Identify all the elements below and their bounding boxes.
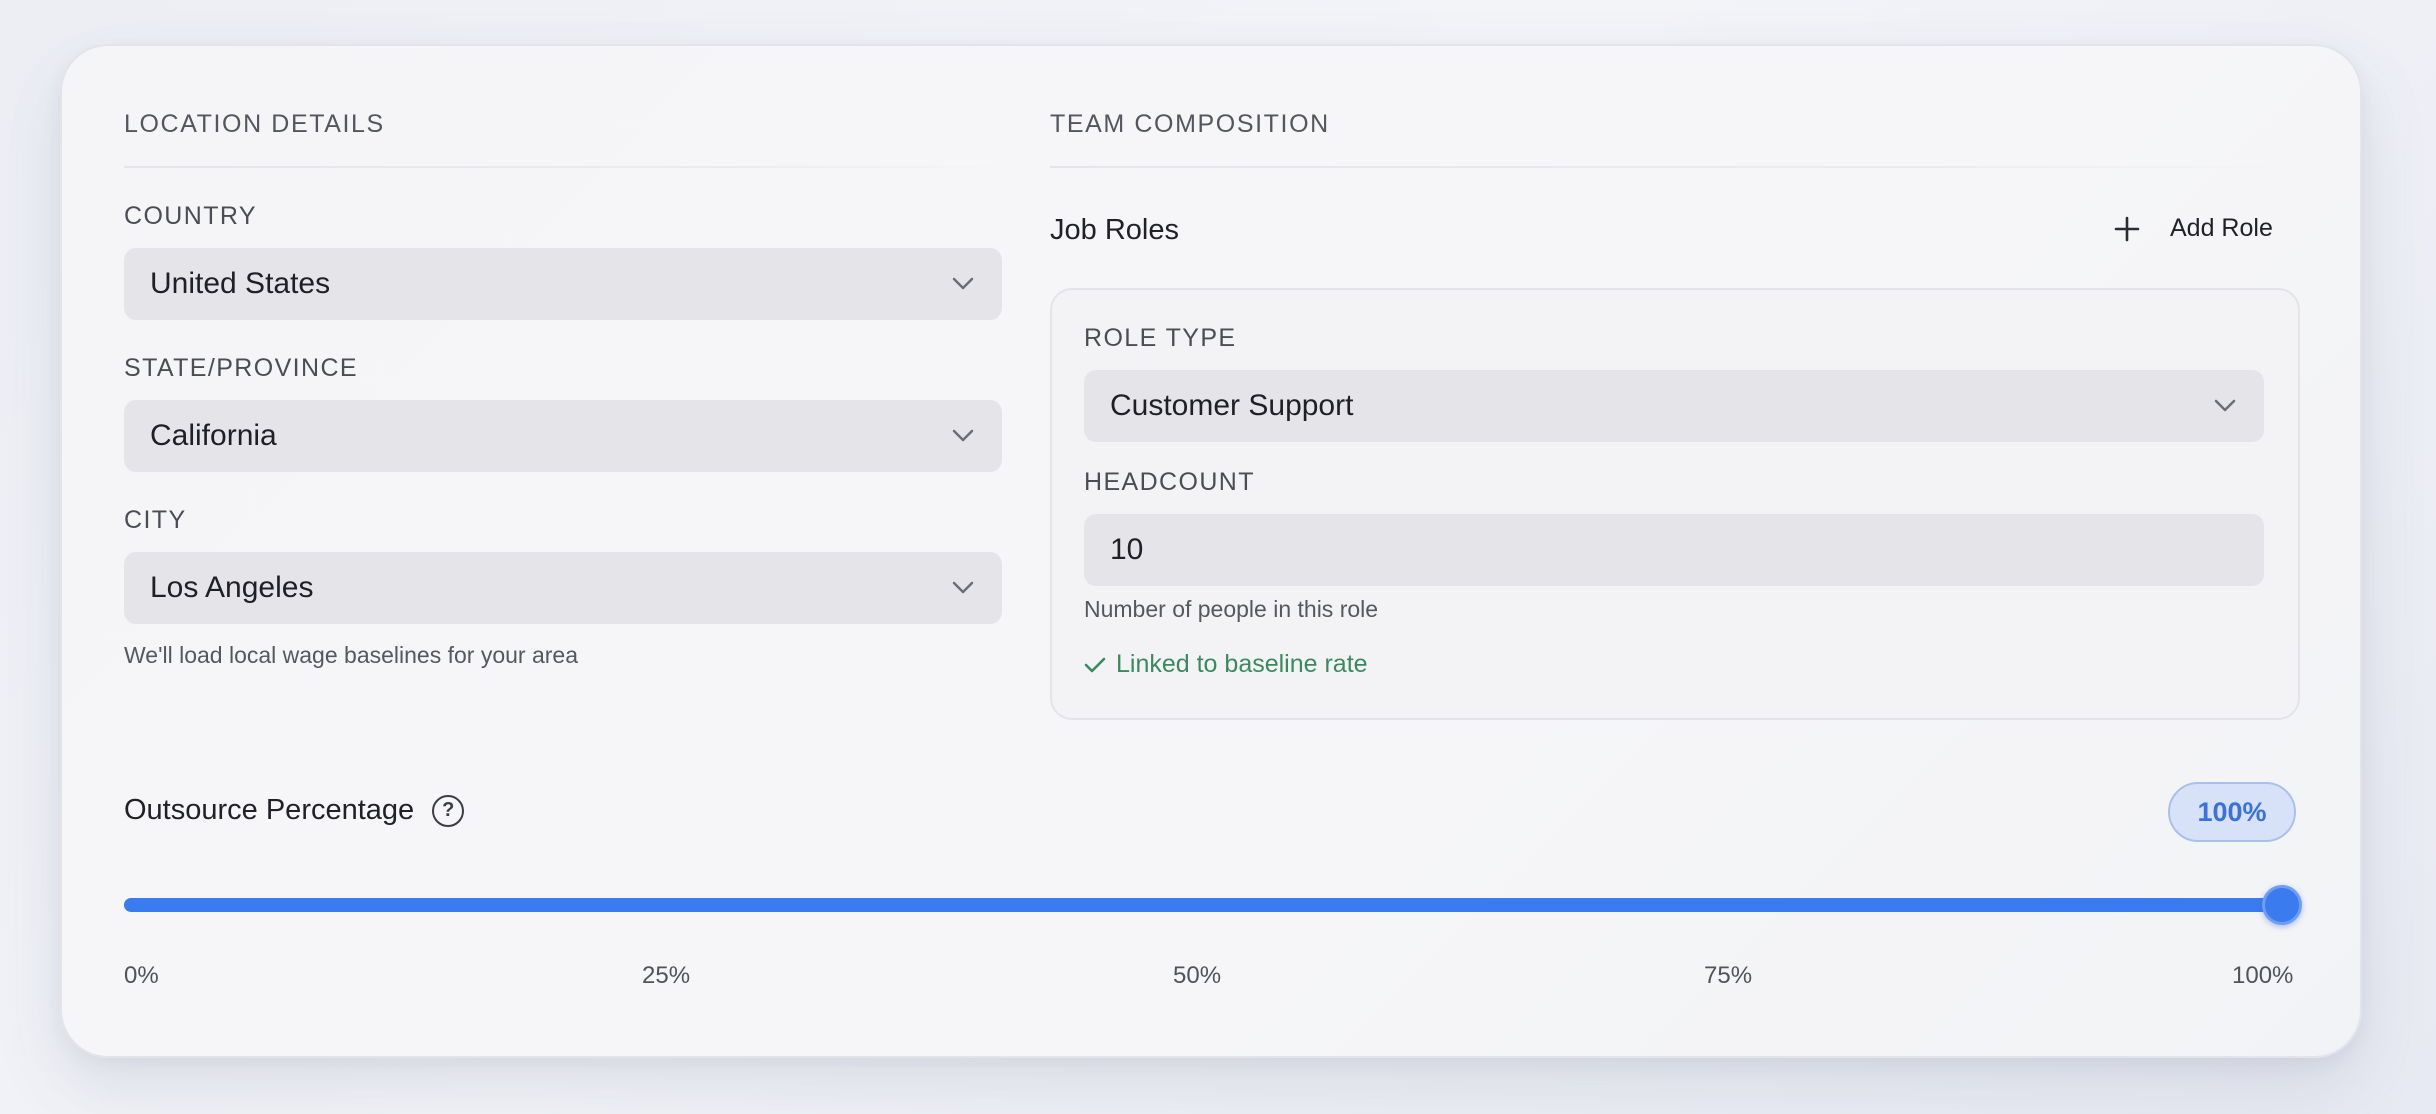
city-value: Los Angeles (150, 571, 314, 604)
tick-label: 50% (1173, 962, 1222, 989)
slider-thumb[interactable] (2262, 885, 2302, 925)
outsource-value-badge: 100% (2168, 782, 2296, 842)
team-divider (1050, 166, 2300, 168)
outsource-title: Outsource Percentage (124, 794, 415, 826)
headcount-value: 10 (1110, 533, 1144, 566)
location-section-title: LOCATION DETAILS (124, 110, 385, 138)
chevron-down-icon (952, 581, 974, 594)
settings-card: LOCATION DETAILS COUNTRY United States S… (60, 44, 2362, 1058)
headcount-label: HEADCOUNT (1084, 468, 1255, 496)
tick-label: 25% (642, 962, 691, 989)
check-icon (1084, 657, 1106, 672)
linked-text: Linked to baseline rate (1116, 650, 1368, 678)
tick-label: 0% (124, 962, 159, 989)
role-type-value: Customer Support (1110, 389, 1354, 422)
add-role-label: Add Role (2170, 214, 2273, 242)
headcount-hint: Number of people in this role (1084, 596, 1379, 622)
state-label: STATE/PROVINCE (124, 354, 358, 382)
city-select[interactable]: Los Angeles (124, 552, 1002, 624)
outsource-header: Outsource Percentage ? (124, 794, 465, 827)
job-roles-title: Job Roles (1050, 214, 1179, 246)
country-value: United States (150, 267, 331, 300)
headcount-input[interactable]: 10 (1084, 514, 2264, 586)
country-label: COUNTRY (124, 202, 257, 230)
location-divider (124, 166, 1004, 168)
chevron-down-icon (952, 277, 974, 290)
question-circle-icon[interactable]: ? (432, 794, 465, 827)
role-card: ROLE TYPE Customer Support HEADCOUNT 10 … (1050, 288, 2300, 720)
plus-icon (2114, 216, 2140, 241)
location-hint: We'll load local wage baselines for your… (124, 642, 578, 668)
add-role-button[interactable]: Add Role (2114, 214, 2273, 243)
team-section-title: TEAM COMPOSITION (1050, 110, 1330, 138)
chevron-down-icon (2214, 399, 2236, 412)
linked-status: Linked to baseline rate (1084, 650, 1368, 679)
tick-label: 100% (2232, 962, 2294, 989)
state-select[interactable]: California (124, 400, 1002, 472)
state-value: California (150, 419, 277, 452)
country-select[interactable]: United States (124, 248, 1002, 320)
role-type-label: ROLE TYPE (1084, 324, 1237, 352)
tick-label: 75% (1704, 962, 1753, 989)
outsource-slider[interactable] (124, 885, 2302, 925)
chevron-down-icon (952, 429, 974, 442)
city-label: CITY (124, 506, 187, 534)
role-type-select[interactable]: Customer Support (1084, 370, 2264, 442)
slider-fill (124, 898, 2282, 912)
